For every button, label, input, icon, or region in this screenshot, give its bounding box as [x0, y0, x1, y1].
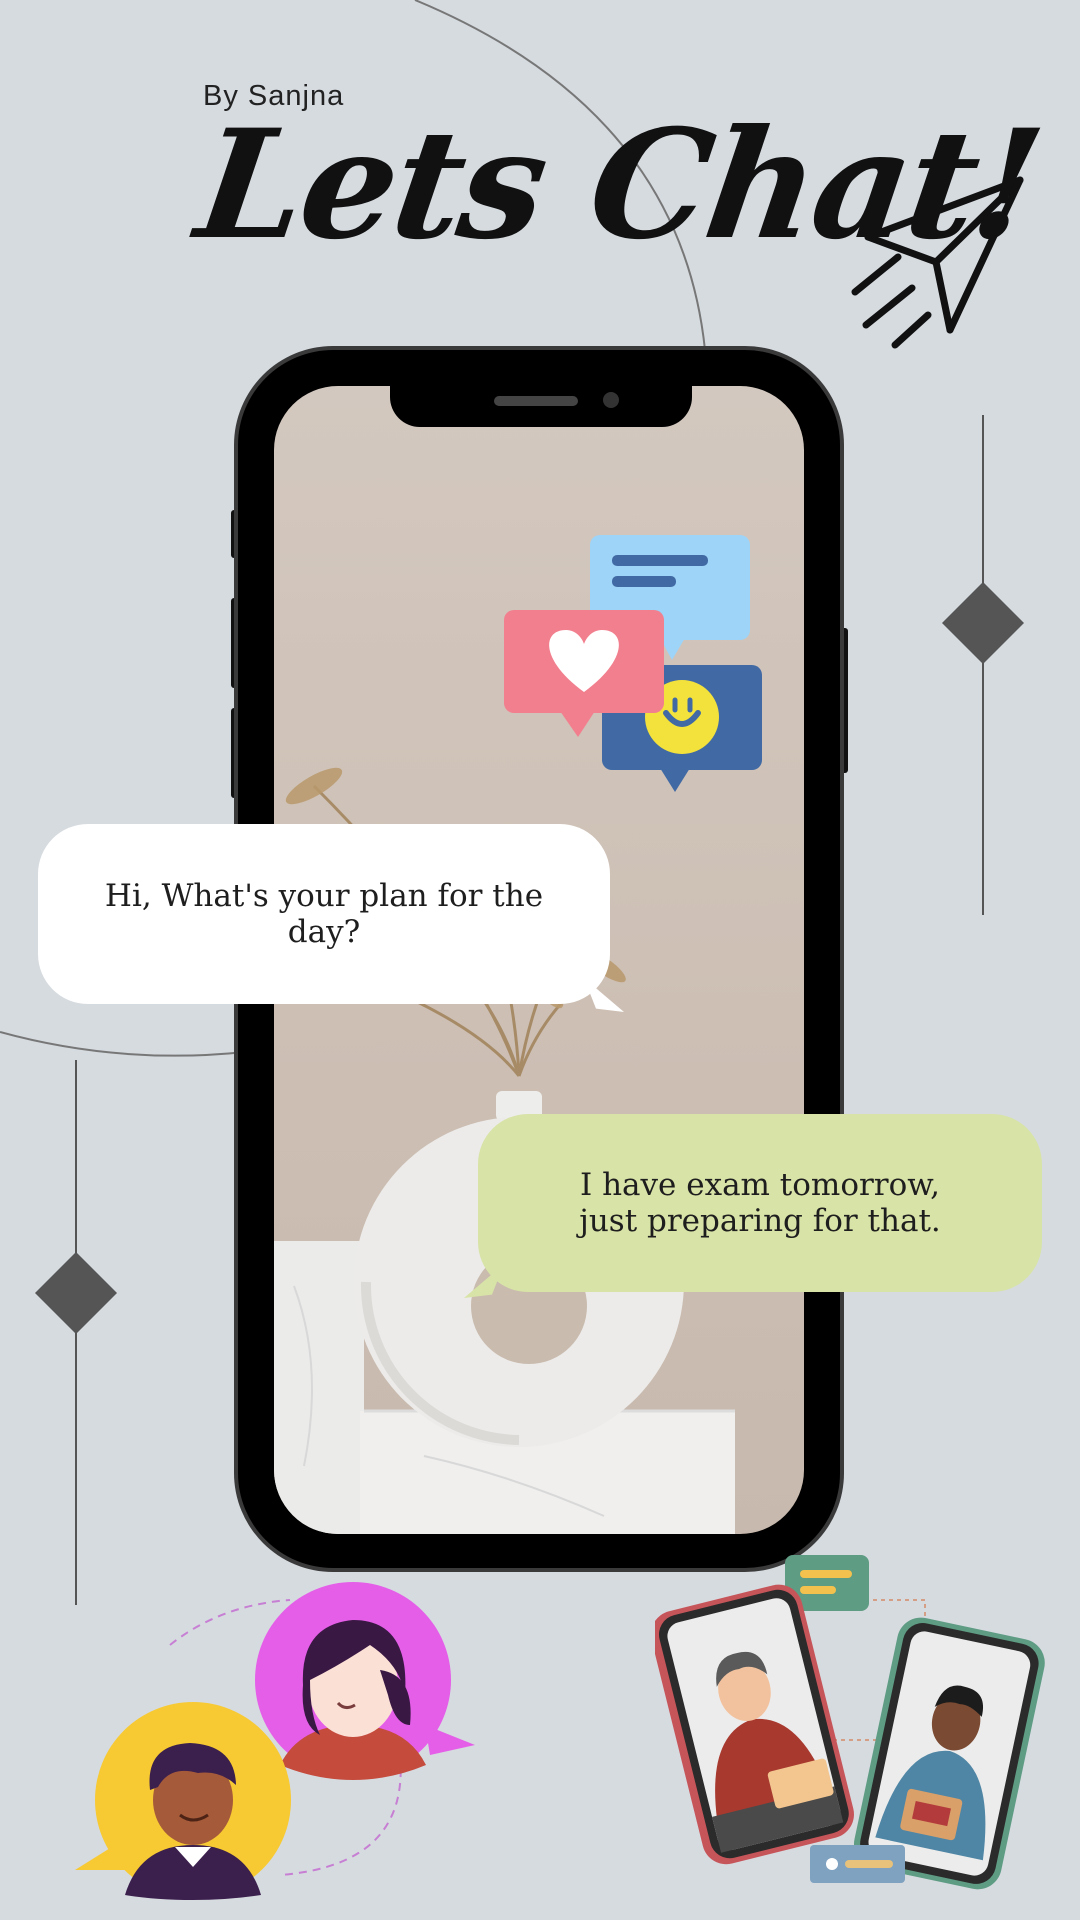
- man-avatar-icon: [75, 1702, 291, 1900]
- diamond-icon: [35, 1252, 117, 1334]
- message-text: Hi, What's your plan for the day?: [104, 878, 544, 950]
- marble-block: [274, 1241, 364, 1534]
- message-text: I have exam tomorrow, just preparing for…: [579, 1167, 941, 1239]
- diamond-icon: [942, 582, 1024, 664]
- video-call-icon: [655, 1555, 1045, 1890]
- chat-stickers: [504, 535, 762, 792]
- message-bubble-incoming: Hi, What's your plan for the day?: [38, 824, 610, 1004]
- chat-sticker-blue: [810, 1845, 905, 1883]
- decorative-arc-left: [0, 1031, 246, 1057]
- woman-avatar-icon: [255, 1582, 475, 1780]
- avatar-illustration: [75, 1582, 475, 1900]
- message-bubble-outgoing: I have exam tomorrow, just preparing for…: [478, 1114, 1042, 1292]
- phone-notch: [390, 385, 692, 427]
- phone-speaker: [494, 396, 578, 406]
- phone-camera: [603, 392, 619, 408]
- page-title: Lets Chat!: [187, 97, 1051, 273]
- phone-with-man: [655, 1584, 854, 1865]
